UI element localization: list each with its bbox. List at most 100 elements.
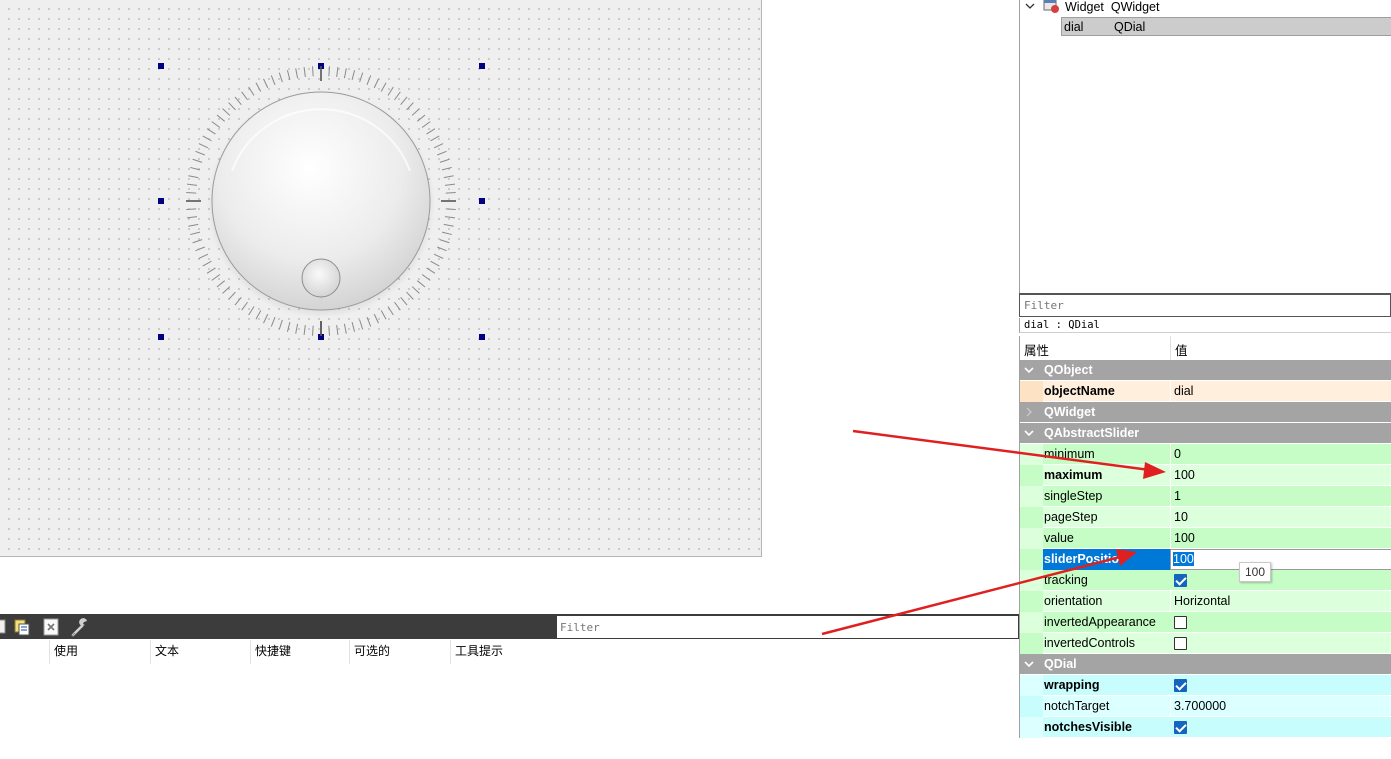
prop-name-invertedcontrols: invertedControls xyxy=(1044,636,1136,650)
object-inspector: Widget QWidget dial QDial xyxy=(1019,0,1391,293)
sliderposition-spinbox[interactable]: 100 xyxy=(1170,549,1391,570)
prop-row-invertedcontrols[interactable]: invertedControls xyxy=(1020,633,1391,654)
dial-notch xyxy=(255,82,262,92)
group-qabstractslider-label: QAbstractSlider xyxy=(1044,426,1140,440)
dial-widget[interactable] xyxy=(180,61,462,343)
prop-row-objectname[interactable]: objectName dial xyxy=(1020,381,1391,402)
dial-notch xyxy=(373,313,379,324)
dial-notch xyxy=(400,96,408,106)
configure-wrench-icon[interactable] xyxy=(70,617,90,637)
dial-notch xyxy=(228,291,236,300)
prop-row-notchesvisible[interactable]: notchesVisible xyxy=(1020,717,1391,738)
resize-handle-bottom-right[interactable] xyxy=(479,334,485,340)
column-header-tooltip[interactable]: 工具提示 xyxy=(450,640,556,664)
prop-value-pagestep[interactable]: 10 xyxy=(1170,507,1391,528)
tree-item-dial[interactable]: dial QDial xyxy=(1061,17,1391,36)
prop-row-value[interactable]: value 100 xyxy=(1020,528,1391,549)
prop-value-singlestep[interactable]: 1 xyxy=(1170,486,1391,507)
dial-notch xyxy=(186,208,197,210)
property-column-header[interactable]: 属性 xyxy=(1024,340,1049,359)
property-filter-input[interactable] xyxy=(1019,293,1391,317)
dial-notch xyxy=(241,301,248,311)
column-header-text[interactable]: 文本 xyxy=(150,640,250,664)
tracking-checkbox[interactable] xyxy=(1174,574,1187,587)
dial-notch xyxy=(336,324,339,336)
sliderposition-spinbox-text[interactable]: 100 xyxy=(1173,552,1194,566)
action-filter-input[interactable] xyxy=(556,614,1019,639)
resize-handle-left[interactable] xyxy=(158,198,164,204)
dial-notch xyxy=(198,253,209,259)
prop-name-tracking: tracking xyxy=(1044,573,1088,587)
prop-row-pagestep[interactable]: pageStep 10 xyxy=(1020,507,1391,528)
group-qdial[interactable]: QDial xyxy=(1020,654,1391,675)
dial-notch xyxy=(426,128,436,135)
prop-row-invertedappearance[interactable]: invertedAppearance xyxy=(1020,612,1391,633)
dial-notch xyxy=(195,246,205,252)
wrapping-checkbox[interactable] xyxy=(1174,679,1187,692)
dial-indicator-nub[interactable] xyxy=(301,258,341,298)
dial-notch xyxy=(416,280,426,288)
prop-value-orientation[interactable]: Horizontal xyxy=(1170,591,1391,612)
prop-name-singlestep: singleStep xyxy=(1044,489,1103,503)
group-qabstractslider[interactable]: QAbstractSlider xyxy=(1020,423,1391,444)
delete-action-icon[interactable] xyxy=(41,617,61,637)
chevron-down-icon[interactable] xyxy=(1020,423,1040,444)
prop-row-singlestep[interactable]: singleStep 1 xyxy=(1020,486,1391,507)
dial-notch xyxy=(278,72,283,83)
dial-notch xyxy=(343,68,347,79)
prop-value-objectname[interactable]: dial xyxy=(1170,381,1391,402)
value-column-header[interactable]: 值 xyxy=(1170,336,1188,360)
chevron-down-icon[interactable] xyxy=(1020,360,1040,381)
prop-row-orientation[interactable]: orientation Horizontal xyxy=(1020,591,1391,612)
column-header-checkable[interactable]: 可选的 xyxy=(349,640,450,664)
prop-row-wrapping[interactable]: wrapping xyxy=(1020,675,1391,696)
group-qdial-label: QDial xyxy=(1044,657,1077,671)
dial-notch xyxy=(394,91,401,101)
dial-notch xyxy=(437,150,447,156)
dial-notch xyxy=(222,108,231,116)
prop-row-notchtarget[interactable]: notchTarget 3.700000 xyxy=(1020,696,1391,717)
invertedappearance-checkbox[interactable] xyxy=(1174,616,1187,629)
prop-value-notchtarget[interactable]: 3.700000 xyxy=(1170,696,1391,717)
tree-item-widget[interactable]: Widget QWidget xyxy=(1065,0,1160,16)
dial-notch xyxy=(411,108,420,116)
resize-handle-top-left[interactable] xyxy=(158,63,164,69)
group-qobject[interactable]: QObject xyxy=(1020,360,1391,381)
widget-form-icon xyxy=(1043,0,1059,13)
resize-handle-bottom-left[interactable] xyxy=(158,334,164,340)
copy-action-icon[interactable] xyxy=(12,617,32,637)
dial-notch xyxy=(248,306,255,316)
dial-notch xyxy=(421,121,431,128)
dial-notch xyxy=(406,291,414,300)
dial-notch xyxy=(351,321,356,332)
column-header-used[interactable]: 使用 xyxy=(49,640,150,664)
prop-value-value[interactable]: 100 xyxy=(1170,528,1391,549)
dial-notch xyxy=(186,216,198,219)
dial-notch xyxy=(443,223,454,227)
column-header-shortcut[interactable]: 快捷键 xyxy=(250,640,349,664)
prop-row-tracking[interactable]: tracking xyxy=(1020,570,1391,591)
dial-notch xyxy=(295,68,299,79)
dial-notch xyxy=(437,246,447,252)
dial-notch xyxy=(359,319,364,330)
notchesvisible-checkbox[interactable] xyxy=(1174,721,1187,734)
chevron-down-icon[interactable] xyxy=(1020,654,1040,675)
new-action-icon[interactable] xyxy=(0,617,10,637)
prop-row-maximum[interactable]: maximum 100 xyxy=(1020,465,1391,486)
chevron-right-icon[interactable] xyxy=(1020,402,1040,423)
dial-notch xyxy=(192,158,203,163)
prop-value-maximum[interactable]: 100 xyxy=(1170,465,1391,486)
form-canvas[interactable] xyxy=(0,0,762,557)
prop-value-minimum[interactable]: 0 xyxy=(1170,444,1391,465)
tree-item-dial-class: QDial xyxy=(1114,20,1146,34)
resize-handle-right[interactable] xyxy=(479,198,485,204)
resize-handle-top-right[interactable] xyxy=(479,63,485,69)
dial-notch xyxy=(206,267,216,274)
invertedcontrols-checkbox[interactable] xyxy=(1174,637,1187,650)
prop-row-minimum[interactable]: minimum 0 xyxy=(1020,444,1391,465)
chevron-down-icon[interactable] xyxy=(1025,1,1035,11)
dial-notch xyxy=(394,301,401,311)
dial-notch xyxy=(421,274,431,281)
group-qwidget[interactable]: QWidget xyxy=(1020,402,1391,423)
prop-row-sliderposition[interactable]: sliderPositio 100 xyxy=(1020,549,1391,570)
